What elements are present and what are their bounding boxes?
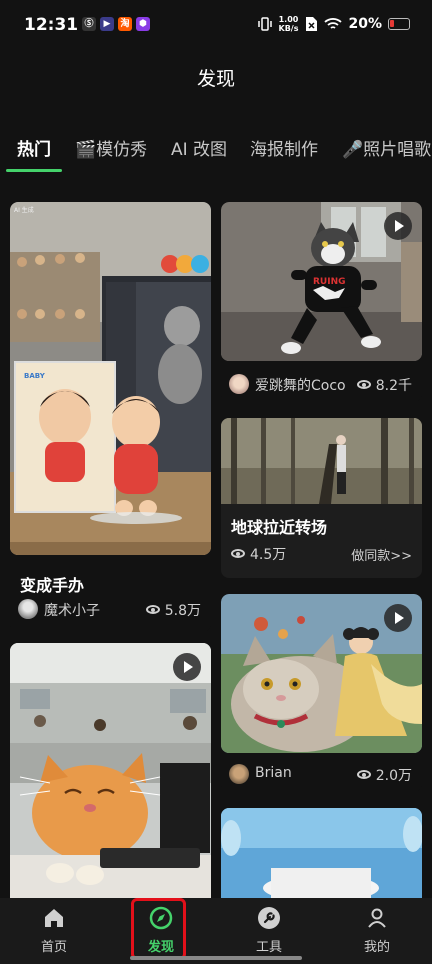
battery-icon <box>388 18 410 30</box>
tab-hot[interactable]: 热门 <box>17 135 51 160</box>
tab-ai-edit[interactable]: AI 改图 <box>171 135 227 160</box>
app-notification-icon: ▶ <box>100 17 114 31</box>
card-title: 地球拉近转场 <box>231 518 328 537</box>
tab-poster-making[interactable]: 海报制作 <box>250 135 318 160</box>
card-thumbnail <box>10 643 211 898</box>
tab-imitation-show[interactable]: 🎬模仿秀 <box>75 135 147 160</box>
card-meta: 爱跳舞的Coco 8.2千 <box>229 374 412 394</box>
net-speed-unit: KB/s <box>278 24 299 33</box>
nav-label: 我的 <box>363 940 390 955</box>
card-thumbnail <box>221 808 422 898</box>
content-card[interactable]: Brian 2.0万 <box>221 594 422 792</box>
active-tab-indicator <box>6 169 62 172</box>
avatar <box>229 764 249 784</box>
view-count: 2.0万 <box>356 765 412 785</box>
card-thumbnail: BABY AI 生成 <box>10 202 211 555</box>
card-meta: 4.5万 做同款>> <box>231 544 412 564</box>
tab-photo-singing[interactable]: 🎤照片唱歌 <box>342 135 431 160</box>
ai-generated-watermark: AI 生成 <box>14 206 34 214</box>
author-name: 爱跳舞的Coco <box>255 378 346 394</box>
card-title: 变成手办 <box>20 576 85 595</box>
card-meta: 魔术小子 5.8万 <box>18 599 201 619</box>
view-count: 5.8万 <box>145 600 201 620</box>
status-right: 1.00 KB/s 20% <box>257 15 410 33</box>
content-card[interactable]: RUING 爱跳舞的Coco 8.2千 <box>221 202 422 402</box>
battery-percent: 20% <box>348 16 382 32</box>
content-card[interactable]: BABY AI 生成 变成手办 魔术小子 5.8万 <box>10 202 211 632</box>
eye-icon <box>356 380 371 389</box>
nav-home[interactable]: 首页 <box>19 906 89 955</box>
svg-text:RUING: RUING <box>313 277 346 287</box>
user-icon <box>368 908 386 928</box>
status-app-icons: Ⓢ ▶ 淘 ⬢ <box>82 17 150 31</box>
status-bar: 12:31 Ⓢ ▶ 淘 ⬢ 1.00 KB/s 20% <box>0 0 432 52</box>
app-notification-icon: ⬢ <box>136 17 150 31</box>
nav-profile[interactable]: 我的 <box>342 906 412 955</box>
view-count: 8.2千 <box>356 375 412 395</box>
home-icon <box>45 909 63 927</box>
vibrate-icon <box>257 17 272 31</box>
author-name: 魔术小子 <box>44 603 100 619</box>
content-card[interactable]: 地球拉近转场 4.5万 做同款>> <box>221 418 422 578</box>
status-time: 12:31 <box>24 15 79 35</box>
net-speed-value: 1.00 <box>278 15 299 24</box>
play-icon[interactable] <box>384 212 412 240</box>
content-card[interactable] <box>221 808 422 898</box>
author-name: Brian <box>255 765 292 781</box>
app-notification-icon: Ⓢ <box>82 17 96 31</box>
home-indicator <box>130 956 302 960</box>
eye-icon <box>356 770 371 779</box>
card-thumbnail <box>221 418 422 504</box>
svg-text:BABY: BABY <box>24 372 46 380</box>
no-sim-icon <box>306 17 318 31</box>
net-speed: 1.00 KB/s <box>279 15 299 33</box>
highlight-annotation-box <box>131 898 186 960</box>
category-tabs: 热门 🎬模仿秀 AI 改图 海报制作 🎤照片唱歌 <box>0 131 432 175</box>
nav-label: 工具 <box>255 940 282 955</box>
do-same-button[interactable]: 做同款>> <box>351 545 412 564</box>
card-thumbnail: RUING <box>221 202 422 361</box>
eye-icon <box>145 605 160 614</box>
play-icon[interactable] <box>173 653 201 681</box>
eye-icon <box>231 549 245 558</box>
content-card[interactable] <box>10 643 211 898</box>
play-icon[interactable] <box>384 604 412 632</box>
nav-label: 首页 <box>40 940 67 955</box>
view-count: 4.5万 <box>231 547 286 563</box>
bottom-navigation: 首页 发现 工具 我的 <box>0 898 432 964</box>
card-thumbnail <box>221 594 422 753</box>
app-notification-icon: 淘 <box>118 17 132 31</box>
wrench-icon <box>258 907 280 929</box>
page-title: 发现 <box>196 68 235 90</box>
card-meta: Brian 2.0万 <box>229 764 412 784</box>
avatar <box>18 599 38 619</box>
avatar <box>229 374 249 394</box>
wifi-icon <box>324 18 343 29</box>
nav-tools[interactable]: 工具 <box>234 906 304 955</box>
